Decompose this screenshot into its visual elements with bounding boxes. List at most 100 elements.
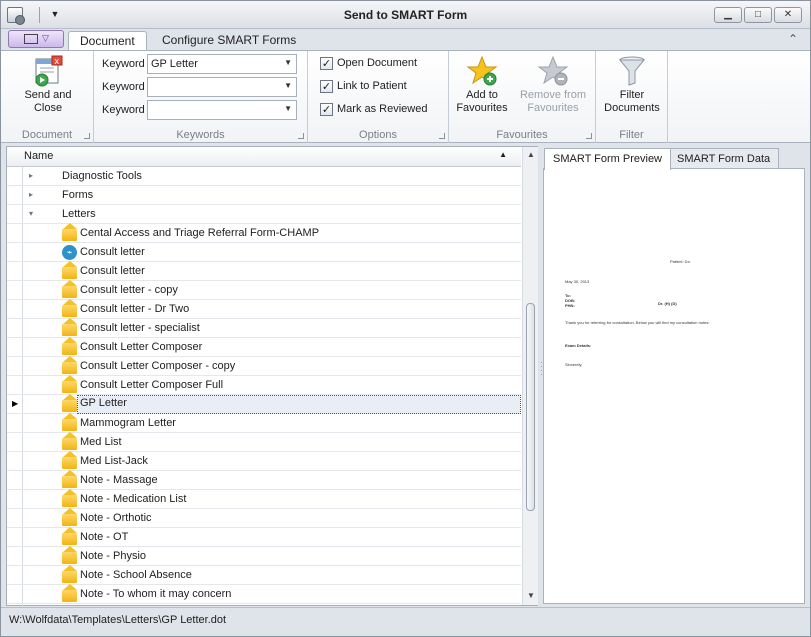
template-row[interactable]: Consult letter - copy <box>7 280 521 300</box>
doc-phn: PHN: <box>565 303 575 308</box>
scroll-down-icon[interactable]: ▼ <box>527 591 535 600</box>
house-icon <box>62 280 77 298</box>
template-row[interactable]: Consult letter <box>7 261 521 281</box>
template-label: Consult Letter Composer <box>80 341 203 353</box>
current-row-indicator-icon: ▶ <box>12 399 19 408</box>
vertical-scrollbar[interactable]: ▲ ▼ <box>522 147 538 605</box>
document-preview: Patient: Dx: May 30, 2013 To: DOB: PHN: … <box>558 177 790 585</box>
keyword-label-2: Keyword <box>102 81 145 93</box>
form-template-icon <box>62 413 77 431</box>
template-row[interactable]: Consult Letter Composer - copy <box>7 356 521 376</box>
template-label: Note - Orthotic <box>80 512 152 524</box>
collapse-ribbon-icon[interactable]: ⌃ <box>788 32 798 46</box>
template-row[interactable]: Note - To whom it may concern <box>7 584 521 604</box>
send-to-smart-form-window: ▼ Send to SMART Form ▁ □ ✕ ▽ Document Co… <box>0 0 811 637</box>
form-template-icon <box>62 489 77 507</box>
add-to-favourites-label: Add to Favourites <box>456 89 508 114</box>
template-label: Consult letter <box>80 265 145 277</box>
template-row[interactable]: Note - Physio <box>7 546 521 566</box>
scroll-up-icon[interactable]: ▲ <box>527 150 535 159</box>
form-template-icon <box>62 508 77 526</box>
template-row[interactable]: Consult letter - specialist <box>7 318 521 338</box>
document-group-launcher[interactable] <box>84 133 90 139</box>
doc-exam: Exam Details: <box>565 343 592 348</box>
house-icon <box>62 489 77 507</box>
maximize-button[interactable]: □ <box>744 7 772 23</box>
template-row[interactable]: Note - Massage <box>7 470 521 490</box>
doc-right-line: Dr. (H) (D) <box>658 301 677 306</box>
status-bar: W:\Wolfdata\Templates\Letters\GP Letter.… <box>1 607 810 636</box>
grid-header[interactable]: Name ▲ <box>7 147 521 167</box>
template-row[interactable]: ⌁ Consult letter <box>7 243 521 262</box>
close-button[interactable]: ✕ <box>774 7 802 23</box>
template-row[interactable]: Consult Letter Composer <box>7 337 521 357</box>
send-and-close-button[interactable]: x Send and Close <box>17 55 79 115</box>
template-row[interactable]: ▶ GP Letter <box>7 394 521 414</box>
doc-header-line: Patient: Dx: <box>670 259 691 264</box>
add-to-favourites-button[interactable]: Add to Favourites <box>453 55 511 115</box>
form-template-icon <box>62 318 77 336</box>
column-header-name[interactable]: Name <box>24 150 53 162</box>
template-label: Cental Access and Triage Referral Form-C… <box>80 227 320 239</box>
keywords-group-launcher[interactable] <box>298 133 304 139</box>
template-row[interactable]: Note - Orthotic <box>7 508 521 528</box>
house-icon <box>62 261 77 279</box>
main-area: Name ▲ ▸ Diagnostic Tools ▸ Forms ▾ Letters Ce… <box>6 146 805 607</box>
form-template-icon <box>62 584 77 602</box>
template-label: Mammogram Letter <box>80 417 176 429</box>
preview-body: Patient: Dx: May 30, 2013 To: DOB: PHN: … <box>543 168 805 604</box>
form-template-icon <box>62 546 77 564</box>
ribbon-application-button[interactable]: ▽ <box>8 30 64 48</box>
house-icon <box>62 565 77 583</box>
minimize-button[interactable]: ▁ <box>714 7 742 23</box>
template-row[interactable]: Med List <box>7 432 521 452</box>
template-row[interactable]: Cental Access and Triage Referral Form-C… <box>7 223 521 243</box>
window-title: Send to SMART Form <box>343 8 468 22</box>
filter-documents-button[interactable]: Filter Documents <box>601 55 663 115</box>
template-label: Note - Physio <box>80 550 147 562</box>
template-row[interactable]: Consult letter - Dr Two <box>7 299 521 319</box>
template-row[interactable]: Consult Letter Composer Full <box>7 375 521 395</box>
template-label: Note - Massage <box>80 474 158 486</box>
folder-row[interactable]: ▸ Diagnostic Tools <box>7 167 521 186</box>
keyword-combo-3[interactable]: ▼ <box>147 100 297 120</box>
template-row[interactable]: Note - OT <box>7 527 521 547</box>
tab-smart-form-preview[interactable]: SMART Form Preview <box>544 148 672 170</box>
folder-row[interactable]: ▾ Letters <box>7 205 521 224</box>
template-label: GP Letter <box>77 395 521 414</box>
house-icon <box>62 337 77 355</box>
group-label-filter: Filter <box>619 129 644 141</box>
house-icon <box>62 413 77 431</box>
expand-arrow-icon[interactable]: ▸ <box>29 190 33 199</box>
checkmark-icon: ✓ <box>320 103 333 116</box>
keyword-label-3: Keyword <box>102 104 145 116</box>
template-label: Consult letter - Dr Two <box>80 303 190 315</box>
tab-smart-form-data[interactable]: SMART Form Data <box>668 148 780 169</box>
collapse-arrow-icon[interactable]: ▾ <box>29 209 33 218</box>
template-row[interactable]: Note - School Absence <box>7 565 521 585</box>
house-icon <box>62 470 77 488</box>
remove-from-favourites-button[interactable]: Remove from Favourites <box>517 55 589 115</box>
grid-rows: ▸ Diagnostic Tools ▸ Forms ▾ Letters Cental Ac… <box>7 167 521 604</box>
keyword-combo-1[interactable]: GP Letter ▼ <box>147 54 297 74</box>
form-template-icon <box>62 432 77 450</box>
keyword-value-1: GP Letter <box>151 58 198 70</box>
star-add-icon <box>466 55 498 87</box>
send-and-close-label: Send and Close <box>24 89 72 114</box>
blue-circle-icon: ⌁ <box>62 245 77 260</box>
group-label-keywords: Keywords <box>176 129 225 141</box>
layout-icon <box>24 34 38 44</box>
template-row[interactable]: Med List-Jack <box>7 451 521 471</box>
keyword-combo-2[interactable]: ▼ <box>147 77 297 97</box>
tab-document[interactable]: Document <box>68 31 147 51</box>
folder-row[interactable]: ▸ Forms <box>7 186 521 205</box>
template-label: Consult letter <box>80 246 145 258</box>
form-template-icon <box>62 394 77 412</box>
scrollbar-thumb[interactable] <box>526 303 535 511</box>
template-row[interactable]: Note - Medication List <box>7 489 521 509</box>
tab-configure-smart-forms[interactable]: Configure SMART Forms <box>151 31 307 51</box>
expand-arrow-icon[interactable]: ▸ <box>29 171 33 180</box>
template-row[interactable]: Mammogram Letter <box>7 413 521 433</box>
favourites-group-launcher[interactable] <box>586 133 592 139</box>
options-group-launcher[interactable] <box>439 133 445 139</box>
